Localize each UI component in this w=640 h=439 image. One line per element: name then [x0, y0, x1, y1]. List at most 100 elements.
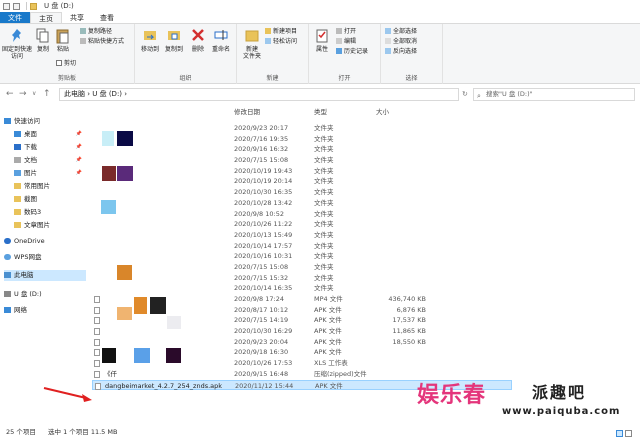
file-type: 文件夹 — [314, 156, 334, 165]
copy-label: 复制 — [36, 46, 49, 53]
table-row[interactable]: 2020/9/8 17:24 MP4 文件 436,740 KB — [92, 294, 512, 305]
nav-item-pictures[interactable]: 图片 📌 — [4, 168, 86, 179]
table-row[interactable]: 2020/10/26 11:22 文件夹 — [92, 219, 512, 230]
up-icon[interactable]: ↑ — [43, 89, 51, 99]
quick-access-toolbar-icon[interactable] — [3, 2, 10, 10]
cloud-icon — [4, 254, 11, 260]
vertical-scrollbar[interactable] — [632, 105, 640, 423]
file-type: APK 文件 — [314, 348, 342, 357]
table-row[interactable]: 2020/10/19 19:43 文件夹 — [92, 166, 512, 177]
red-arrow-annotation — [43, 387, 92, 402]
modified-date: 2020/7/15 15:08 — [234, 262, 289, 271]
details-view-icon[interactable] — [616, 430, 623, 437]
copy-path-button[interactable]: 复制路径 — [80, 28, 112, 36]
table-row[interactable]: 2020/7/15 15:32 文件夹 — [92, 273, 512, 284]
nav-item-digital3[interactable]: 数码3 — [4, 207, 86, 218]
table-row[interactable]: 2020/10/14 16:35 文件夹 — [92, 283, 512, 294]
nav-item-documents[interactable]: 文档 📌 — [4, 155, 86, 166]
invert-selection-button[interactable]: 反向选择 — [385, 48, 417, 56]
nav-onedrive[interactable]: OneDrive — [4, 236, 86, 247]
select-none-button[interactable]: 全部取消 — [385, 38, 417, 46]
search-icon: ⌕ — [477, 92, 481, 100]
column-size[interactable]: 大小 — [376, 106, 389, 116]
file-icon — [94, 263, 100, 271]
column-date[interactable]: 修改日期 — [234, 106, 260, 116]
nav-udisk[interactable]: U 盘 (D:) — [4, 289, 86, 300]
file-icon — [94, 242, 100, 250]
large-icons-view-icon[interactable] — [625, 430, 632, 437]
checkbox-icon[interactable] — [13, 2, 20, 10]
new-item-button[interactable]: 新建项目 — [265, 28, 297, 36]
table-row[interactable]: 2020/10/14 17:57 文件夹 — [92, 241, 512, 252]
properties-button[interactable]: 属性 — [313, 28, 331, 53]
chevron-down-icon[interactable]: ∨ — [32, 89, 36, 99]
nav-item-downloads[interactable]: 下载 📌 — [4, 142, 86, 153]
refresh-icon[interactable]: ↻ — [462, 89, 468, 99]
back-icon[interactable]: ← — [6, 89, 14, 99]
file-icon — [94, 178, 100, 186]
address-bar[interactable]: 此电脑 › U 盘 (D:) › — [59, 88, 459, 101]
table-row[interactable]: 2020/7/15 14:19 APK 文件 17,537 KB — [92, 315, 512, 326]
history-button[interactable]: 历史记录 — [336, 48, 368, 56]
tab-view[interactable]: 查看 — [92, 12, 122, 23]
table-row[interactable]: 2020/10/28 13:42 文件夹 — [92, 198, 512, 209]
tab-file[interactable]: 文件 — [0, 12, 30, 23]
nav-wps[interactable]: WPS网盘 — [4, 252, 86, 263]
table-row[interactable]: 2020/8/17 10:12 APK 文件 6,876 KB — [92, 305, 512, 316]
nav-item-common-pictures[interactable]: 常用图片 — [4, 181, 86, 192]
file-icon — [94, 135, 100, 143]
easy-access-button[interactable]: 轻松访问 — [265, 38, 297, 46]
move-to-button[interactable]: 移动到 — [139, 28, 161, 53]
table-row[interactable]: 2020/7/15 15:08 文件夹 — [92, 262, 512, 273]
file-name: dangbeimarket_4.2.7_254_znds.apk — [105, 381, 223, 390]
file-icon — [94, 306, 100, 314]
tab-home[interactable]: 主页 — [30, 12, 62, 23]
tab-share[interactable]: 共享 — [62, 12, 92, 23]
table-row[interactable]: 2020/9/23 20:04 APK 文件 18,550 KB — [92, 337, 512, 348]
table-row[interactable]: 2020/7/15 15:08 文件夹 — [92, 155, 512, 166]
copy-to-button[interactable]: 复制到 — [163, 28, 185, 53]
table-row[interactable]: 2020/9/8 10:52 文件夹 — [92, 209, 512, 220]
table-row[interactable]: 2020/10/30 16:29 APK 文件 11,865 KB — [92, 326, 512, 337]
modified-date: 2020/10/19 19:43 — [234, 166, 293, 175]
modified-date: 2020/10/13 15:49 — [234, 230, 293, 239]
table-row[interactable]: 2020/9/18 16:30 APK 文件 — [92, 347, 512, 358]
delete-button[interactable]: 删除 — [189, 28, 207, 53]
table-row[interactable]: 2020/10/26 17:53 XLS 工作表 — [92, 358, 512, 369]
pin-quick-access-button[interactable]: 固定到快速访问 — [2, 28, 32, 60]
rename-button[interactable]: 重命名 — [209, 28, 233, 53]
navigation-pane: 快速访问 桌面 📌 下载 📌 文档 📌 图片 📌 常用图片 截图 数码3 文章图片 On… — [0, 105, 88, 423]
nav-item-desktop[interactable]: 桌面 📌 — [4, 129, 86, 140]
nav-this-pc[interactable]: 此电脑 — [4, 270, 86, 281]
table-row[interactable]: 2020/10/16 10:31 文件夹 — [92, 251, 512, 262]
forward-icon[interactable]: → — [19, 89, 27, 99]
paste-button[interactable]: 粘贴 — [54, 28, 72, 53]
nav-item-article-pictures[interactable]: 文章图片 — [4, 220, 86, 231]
drive-icon — [4, 291, 11, 297]
search-input[interactable]: ⌕ 搜索"U 盘 (D:)" — [473, 88, 635, 101]
select-all-icon — [385, 28, 391, 34]
table-row[interactable]: 2020/9/16 16:32 文件夹 — [92, 144, 512, 155]
new-folder-icon — [245, 30, 259, 42]
table-row[interactable]: 2020/9/23 20:17 文件夹 — [92, 123, 512, 134]
nav-quick-access[interactable]: 快速访问 — [4, 116, 86, 127]
folder-icon — [30, 2, 37, 10]
new-folder-button[interactable]: 新建 文件夹 — [241, 28, 263, 60]
nav-item-screenshots[interactable]: 截图 — [4, 194, 86, 205]
address-row: ← → ∨ ↑ 此电脑 › U 盘 (D:) › ↻ ⌕ 搜索"U 盘 (D:)… — [0, 85, 640, 103]
ribbon: 固定到快速访问 复制 粘贴 复制路径 粘贴快捷方式 剪切 剪贴板 移动到 复制到… — [0, 24, 640, 84]
select-group: 全部选择 全部取消 反向选择 选择 — [381, 24, 443, 84]
open-button[interactable]: 打开 — [336, 28, 356, 36]
table-row[interactable]: 2020/10/30 16:35 文件夹 — [92, 187, 512, 198]
nav-network[interactable]: 网络 — [4, 305, 86, 316]
column-type[interactable]: 类型 — [314, 106, 327, 116]
cut-button[interactable]: 剪切 — [56, 60, 76, 68]
file-icon — [94, 317, 100, 325]
copy-button[interactable]: 复制 — [34, 28, 52, 53]
paste-shortcut-button[interactable]: 粘贴快捷方式 — [80, 38, 124, 46]
table-row[interactable]: 2020/10/13 15:49 文件夹 — [92, 230, 512, 241]
select-all-button[interactable]: 全部选择 — [385, 28, 417, 36]
table-row[interactable]: 2020/10/19 20:14 文件夹 — [92, 176, 512, 187]
table-row[interactable]: 2020/7/16 19:35 文件夹 — [92, 134, 512, 145]
edit-button[interactable]: 编辑 — [336, 38, 356, 46]
